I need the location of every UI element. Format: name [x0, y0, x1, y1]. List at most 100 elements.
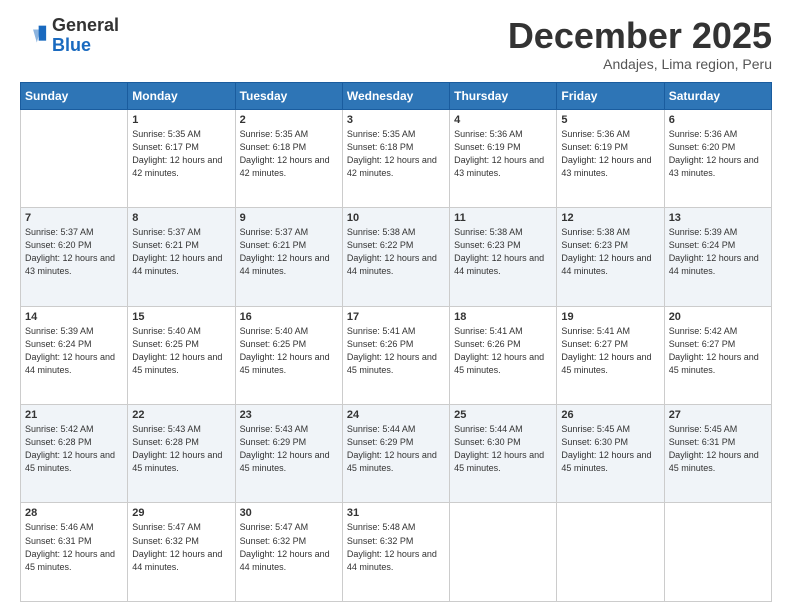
- day-info: Sunrise: 5:44 AMSunset: 6:29 PMDaylight:…: [347, 423, 445, 475]
- day-info: Sunrise: 5:35 AMSunset: 6:18 PMDaylight:…: [240, 128, 338, 180]
- calendar-cell: 14 Sunrise: 5:39 AMSunset: 6:24 PMDayligh…: [21, 306, 128, 404]
- logo-general: General: [52, 16, 119, 36]
- day-info: Sunrise: 5:36 AMSunset: 6:19 PMDaylight:…: [561, 128, 659, 180]
- calendar-cell: 15Sunrise: 5:40 AMSunset: 6:25 PMDayligh…: [128, 306, 235, 404]
- day-number: 29: [132, 507, 230, 519]
- calendar-cell: [450, 503, 557, 602]
- day-info: Sunrise: 5:37 AMSunset: 6:21 PMDaylight:…: [240, 226, 338, 278]
- calendar-cell: 17 Sunrise: 5:41 AMSunset: 6:26 PMDayligh…: [342, 306, 449, 404]
- day-info: Sunrise: 5:43 AMSunset: 6:29 PMDaylight:…: [240, 423, 338, 475]
- day-info: Sunrise: 5:38 AMSunset: 6:22 PMDaylight:…: [347, 226, 445, 278]
- calendar-cell: 4 Sunrise: 5:36 AMSunset: 6:19 PMDaylight…: [450, 109, 557, 207]
- day-header: Tuesday: [235, 82, 342, 109]
- day-header: Sunday: [21, 82, 128, 109]
- calendar-cell: 13 Sunrise: 5:39 AMSunset: 6:24 PMDayligh…: [664, 208, 771, 306]
- calendar-cell: 25 Sunrise: 5:44 AMSunset: 6:30 PMDayligh…: [450, 405, 557, 503]
- day-info: Sunrise: 5:46 AMSunset: 6:31 PMDaylight:…: [25, 521, 123, 573]
- day-number: 11: [454, 212, 552, 224]
- day-number: 4: [454, 114, 552, 126]
- calendar-cell: [664, 503, 771, 602]
- calendar-cell: 31 Sunrise: 5:48 AMSunset: 6:32 PMDayligh…: [342, 503, 449, 602]
- day-info: Sunrise: 5:36 AMSunset: 6:19 PMDaylight:…: [454, 128, 552, 180]
- day-info: Sunrise: 5:45 AMSunset: 6:31 PMDaylight:…: [669, 423, 767, 475]
- day-info: Sunrise: 5:44 AMSunset: 6:30 PMDaylight:…: [454, 423, 552, 475]
- day-number: 7: [25, 212, 123, 224]
- day-info: Sunrise: 5:36 AMSunset: 6:20 PMDaylight:…: [669, 128, 767, 180]
- calendar-cell: 19 Sunrise: 5:41 AMSunset: 6:27 PMDayligh…: [557, 306, 664, 404]
- month-title: December 2025: [508, 16, 772, 56]
- day-number: 26: [561, 409, 659, 421]
- day-info: Sunrise: 5:40 AMSunset: 6:25 PMDaylight:…: [240, 325, 338, 377]
- calendar-cell: [557, 503, 664, 602]
- day-info: Sunrise: 5:39 AMSunset: 6:24 PMDaylight:…: [669, 226, 767, 278]
- day-number: 14: [25, 311, 123, 323]
- calendar-cell: 20 Sunrise: 5:42 AMSunset: 6:27 PMDayligh…: [664, 306, 771, 404]
- day-number: 13: [669, 212, 767, 224]
- calendar-cell: 11 Sunrise: 5:38 AMSunset: 6:23 PMDayligh…: [450, 208, 557, 306]
- day-number: 28: [25, 507, 123, 519]
- day-number: 30: [240, 507, 338, 519]
- day-info: Sunrise: 5:41 AMSunset: 6:27 PMDaylight:…: [561, 325, 659, 377]
- calendar-cell: 16 Sunrise: 5:40 AMSunset: 6:25 PMDayligh…: [235, 306, 342, 404]
- day-info: Sunrise: 5:48 AMSunset: 6:32 PMDaylight:…: [347, 521, 445, 573]
- day-number: 21: [25, 409, 123, 421]
- day-info: Sunrise: 5:41 AMSunset: 6:26 PMDaylight:…: [347, 325, 445, 377]
- logo-icon: [20, 22, 48, 50]
- logo-text: General Blue: [52, 16, 119, 56]
- day-header: Monday: [128, 82, 235, 109]
- day-info: Sunrise: 5:45 AMSunset: 6:30 PMDaylight:…: [561, 423, 659, 475]
- calendar-cell: 24 Sunrise: 5:44 AMSunset: 6:29 PMDayligh…: [342, 405, 449, 503]
- logo-blue: Blue: [52, 36, 119, 56]
- calendar-cell: 28 Sunrise: 5:46 AMSunset: 6:31 PMDayligh…: [21, 503, 128, 602]
- calendar-cell: 8 Sunrise: 5:37 AMSunset: 6:21 PMDaylight…: [128, 208, 235, 306]
- day-number: 27: [669, 409, 767, 421]
- day-number: 3: [347, 114, 445, 126]
- day-info: Sunrise: 5:43 AMSunset: 6:28 PMDaylight:…: [132, 423, 230, 475]
- day-info: Sunrise: 5:35 AMSunset: 6:17 PMDaylight:…: [132, 128, 230, 180]
- day-info: Sunrise: 5:35 AMSunset: 6:18 PMDaylight:…: [347, 128, 445, 180]
- calendar-cell: 30 Sunrise: 5:47 AMSunset: 6:32 PMDayligh…: [235, 503, 342, 602]
- title-section: December 2025 Andajes, Lima region, Peru: [508, 16, 772, 72]
- calendar-cell: 12 Sunrise: 5:38 AMSunset: 6:23 PMDayligh…: [557, 208, 664, 306]
- day-info: Sunrise: 5:37 AMSunset: 6:21 PMDaylight:…: [132, 226, 230, 278]
- day-number: 25: [454, 409, 552, 421]
- day-number: 8: [132, 212, 230, 224]
- day-number: 12: [561, 212, 659, 224]
- day-info: Sunrise: 5:42 AMSunset: 6:27 PMDaylight:…: [669, 325, 767, 377]
- day-info: Sunrise: 5:41 AMSunset: 6:26 PMDaylight:…: [454, 325, 552, 377]
- day-info: Sunrise: 5:47 AMSunset: 6:32 PMDaylight:…: [240, 521, 338, 573]
- day-number: 1: [132, 114, 230, 126]
- calendar-cell: 21Sunrise: 5:42 AMSunset: 6:28 PMDayligh…: [21, 405, 128, 503]
- calendar-table: SundayMondayTuesdayWednesdayThursdayFrid…: [20, 82, 772, 602]
- day-info: Sunrise: 5:38 AMSunset: 6:23 PMDaylight:…: [561, 226, 659, 278]
- day-info: Sunrise: 5:47 AMSunset: 6:32 PMDaylight:…: [132, 521, 230, 573]
- day-number: 5: [561, 114, 659, 126]
- day-number: 6: [669, 114, 767, 126]
- day-number: 22: [132, 409, 230, 421]
- calendar-cell: 5 Sunrise: 5:36 AMSunset: 6:19 PMDaylight…: [557, 109, 664, 207]
- calendar-cell: [21, 109, 128, 207]
- calendar-cell: 26 Sunrise: 5:45 AMSunset: 6:30 PMDayligh…: [557, 405, 664, 503]
- day-number: 16: [240, 311, 338, 323]
- logo: General Blue: [20, 16, 119, 56]
- header: General Blue December 2025 Andajes, Lima…: [20, 16, 772, 72]
- day-number: 20: [669, 311, 767, 323]
- calendar-cell: 29 Sunrise: 5:47 AMSunset: 6:32 PMDayligh…: [128, 503, 235, 602]
- calendar-cell: 23Sunrise: 5:43 AMSunset: 6:29 PMDayligh…: [235, 405, 342, 503]
- calendar-cell: 1 Sunrise: 5:35 AMSunset: 6:17 PMDaylight…: [128, 109, 235, 207]
- day-info: Sunrise: 5:39 AMSunset: 6:24 PMDaylight:…: [25, 325, 123, 377]
- calendar-cell: 22 Sunrise: 5:43 AMSunset: 6:28 PMDayligh…: [128, 405, 235, 503]
- calendar-cell: 10Sunrise: 5:38 AMSunset: 6:22 PMDayligh…: [342, 208, 449, 306]
- day-info: Sunrise: 5:38 AMSunset: 6:23 PMDaylight:…: [454, 226, 552, 278]
- calendar-cell: 2Sunrise: 5:35 AMSunset: 6:18 PMDaylight…: [235, 109, 342, 207]
- calendar-cell: 27 Sunrise: 5:45 AMSunset: 6:31 PMDayligh…: [664, 405, 771, 503]
- day-number: 31: [347, 507, 445, 519]
- day-number: 18: [454, 311, 552, 323]
- day-header: Friday: [557, 82, 664, 109]
- page: General Blue December 2025 Andajes, Lima…: [0, 0, 792, 612]
- calendar-cell: 7Sunrise: 5:37 AMSunset: 6:20 PMDaylight…: [21, 208, 128, 306]
- day-number: 19: [561, 311, 659, 323]
- calendar-cell: 9Sunrise: 5:37 AMSunset: 6:21 PMDaylight…: [235, 208, 342, 306]
- day-number: 24: [347, 409, 445, 421]
- day-number: 17: [347, 311, 445, 323]
